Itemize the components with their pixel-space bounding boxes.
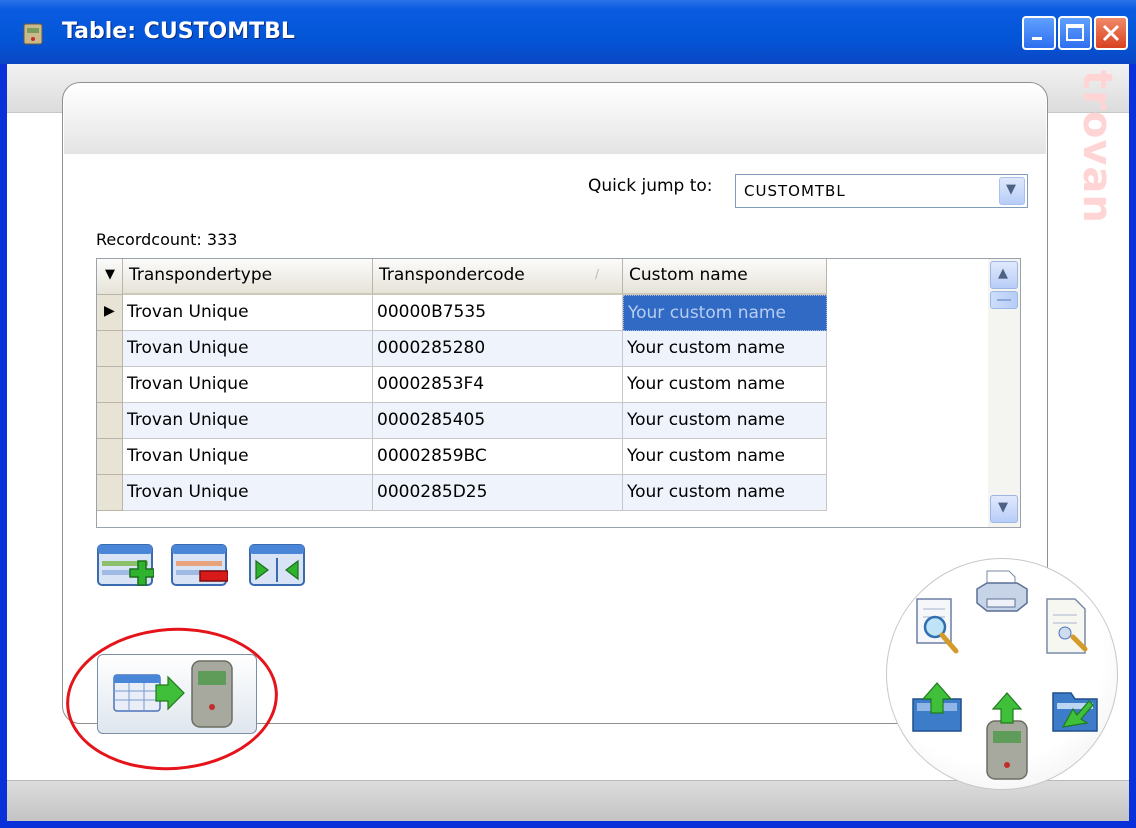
row-selector[interactable]: ▶: [97, 295, 123, 331]
add-row-button[interactable]: [96, 543, 154, 595]
row-selector[interactable]: [97, 475, 123, 511]
compare-button[interactable]: [248, 543, 306, 595]
cell-custom-name[interactable]: Your custom name: [623, 475, 827, 511]
minimize-button[interactable]: [1022, 16, 1056, 50]
chevron-down-icon: ▼: [998, 500, 1008, 515]
column-header-label: Transpondercode: [379, 265, 525, 285]
close-icon: [1102, 24, 1120, 42]
column-header-transpondertype[interactable]: Transpondertype: [123, 259, 373, 295]
cell-transpondertype[interactable]: Trovan Unique: [123, 331, 373, 367]
column-header-custom-name[interactable]: Custom name: [623, 259, 827, 295]
record-count: Recordcount: 333: [96, 230, 238, 249]
sort-glyph-icon: /: [595, 267, 600, 281]
row-selector[interactable]: [97, 331, 123, 367]
reader-upload-icon: [991, 692, 1023, 724]
cell-transpondercode[interactable]: 0000285405: [373, 403, 623, 439]
maximize-icon: [1066, 24, 1084, 41]
vertical-scrollbar[interactable]: ▲ ▼: [988, 259, 1020, 527]
cell-custom-name[interactable]: Your custom name: [623, 439, 827, 475]
cell-transpondertype[interactable]: Trovan Unique: [123, 367, 373, 403]
import-button[interactable]: [909, 681, 965, 735]
app-icon: [23, 23, 43, 45]
delete-row-button[interactable]: [170, 543, 228, 595]
maximize-button[interactable]: [1058, 16, 1092, 50]
grid-corner[interactable]: ▼: [97, 259, 123, 295]
quick-jump-select[interactable]: CUSTOMTBL ▼: [735, 174, 1028, 208]
cell-custom-name[interactable]: Your custom name: [623, 331, 827, 367]
cell-custom-name[interactable]: Your custom name: [623, 403, 827, 439]
window-title: Table: CUSTOMTBL: [62, 19, 295, 44]
cell-transpondercode[interactable]: 0000285280: [373, 331, 623, 367]
quick-jump-dropdown-button[interactable]: ▼: [999, 177, 1025, 205]
cell-transpondercode[interactable]: 00002859BC: [373, 439, 623, 475]
data-grid: ▼ Transpondertype Transpondercode / Cust…: [96, 258, 1021, 528]
title-bar[interactable]: Table: CUSTOMTBL: [0, 0, 1136, 64]
sort-indicator-icon: ▼: [105, 267, 115, 282]
scroll-down-button[interactable]: ▼: [990, 495, 1018, 523]
cell-transpondertype[interactable]: Trovan Unique: [123, 295, 373, 331]
status-band: [7, 780, 1129, 821]
cell-custom-name[interactable]: Your custom name: [623, 295, 827, 331]
current-row-icon: ▶: [104, 303, 115, 319]
cell-transpondertype[interactable]: Trovan Unique: [123, 403, 373, 439]
chevron-up-icon: ▲: [998, 266, 1008, 281]
report-button[interactable]: [1043, 595, 1093, 657]
quick-jump-value: CUSTOMTBL: [744, 182, 846, 200]
scroll-up-button[interactable]: ▲: [990, 261, 1018, 289]
row-selector[interactable]: [97, 367, 123, 403]
cell-custom-name[interactable]: Your custom name: [623, 367, 827, 403]
scroll-thumb[interactable]: [990, 291, 1018, 309]
row-selector[interactable]: [97, 439, 123, 475]
cell-transpondercode[interactable]: 0000285D25: [373, 475, 623, 511]
delete-row-icon: [199, 570, 228, 582]
quick-jump-label: Quick jump to:: [588, 176, 713, 196]
tools-wheel: [886, 558, 1118, 790]
close-button[interactable]: [1094, 16, 1128, 50]
brand-watermark: trovan: [1074, 70, 1120, 224]
print-button[interactable]: [973, 567, 1029, 621]
chevron-down-icon: ▼: [1006, 182, 1016, 197]
row-selector[interactable]: [97, 403, 123, 439]
export-button[interactable]: [1047, 683, 1103, 737]
column-header-transpondercode[interactable]: Transpondercode /: [373, 259, 623, 295]
cell-transpondertype[interactable]: Trovan Unique: [123, 475, 373, 511]
minimize-icon: [1032, 37, 1042, 40]
cell-transpondertype[interactable]: Trovan Unique: [123, 439, 373, 475]
cell-transpondercode[interactable]: 00000B7535: [373, 295, 623, 331]
print-preview-button[interactable]: [913, 595, 965, 659]
panel-header: [64, 84, 1046, 154]
cell-transpondercode[interactable]: 00002853F4: [373, 367, 623, 403]
reader-upload-button[interactable]: [979, 691, 1035, 783]
